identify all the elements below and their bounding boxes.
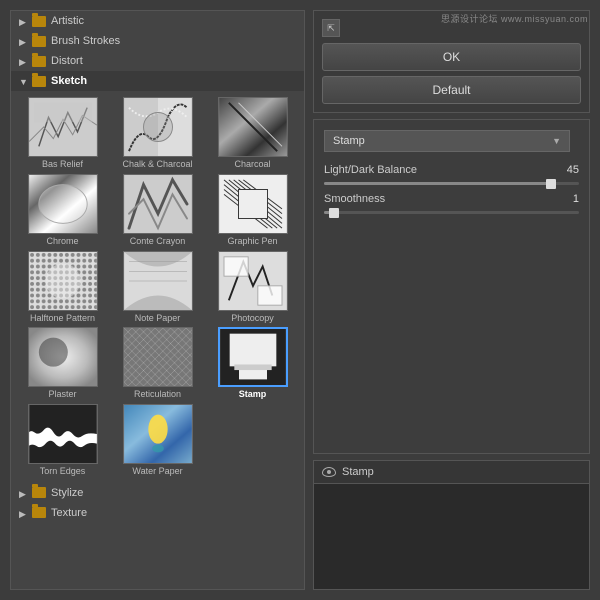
filter-water-paper[interactable]: Water Paper bbox=[112, 404, 203, 477]
filter-charcoal[interactable]: Charcoal bbox=[207, 97, 298, 170]
thumb-preview bbox=[218, 97, 288, 157]
preview-header: Stamp bbox=[314, 461, 589, 484]
arrow-icon: ▶ bbox=[19, 509, 27, 517]
sidebar-item-texture[interactable]: ▶ Texture bbox=[11, 503, 304, 523]
sidebar-item-label: Distort bbox=[51, 55, 83, 67]
folder-icon bbox=[32, 56, 46, 67]
sidebar-item-label: Artistic bbox=[51, 15, 84, 27]
filter-graphic-pen[interactable]: Graphic Pen bbox=[207, 174, 298, 247]
filter-label: Water Paper bbox=[132, 466, 182, 477]
filter-chalk-charcoal[interactable]: Chalk & Charcoal bbox=[112, 97, 203, 170]
thumb-preview bbox=[28, 97, 98, 157]
thumb-preview bbox=[218, 251, 288, 311]
sidebar-item-stylize[interactable]: ▶ Stylize bbox=[11, 483, 304, 503]
thumb-preview bbox=[28, 327, 98, 387]
filter-dropdown[interactable]: Stamp bbox=[324, 130, 570, 152]
thumb-preview bbox=[218, 327, 288, 387]
sidebar-item-label: Sketch bbox=[51, 75, 87, 87]
eye-icon[interactable] bbox=[322, 467, 336, 477]
settings-panel: Stamp ▼ Light/Dark Balance 45 Smoothness… bbox=[313, 119, 590, 454]
bottom-tree: ▶ Stylize ▶ Texture bbox=[11, 483, 304, 523]
filter-chrome[interactable]: Chrome bbox=[17, 174, 108, 247]
sidebar-item-label: Stylize bbox=[51, 487, 83, 499]
folder-icon bbox=[32, 507, 46, 518]
thumb-preview bbox=[218, 174, 288, 234]
smoothness-slider-track bbox=[324, 211, 579, 214]
sidebar-item-brush-strokes[interactable]: ▶ Brush Strokes bbox=[11, 31, 304, 51]
sidebar-item-artistic[interactable]: ▶ Artistic bbox=[11, 11, 304, 31]
filter-label: Chalk & Charcoal bbox=[122, 159, 192, 170]
param-label: Light/Dark Balance bbox=[324, 164, 550, 176]
light-dark-slider[interactable] bbox=[546, 179, 556, 189]
param-value: 1 bbox=[554, 193, 579, 205]
filter-label: Photocopy bbox=[231, 313, 274, 324]
arrow-icon: ▶ bbox=[19, 489, 27, 497]
preview-panel: Stamp bbox=[313, 460, 590, 590]
thumb-preview bbox=[28, 404, 98, 464]
folder-icon bbox=[32, 36, 46, 47]
filter-stamp[interactable]: Stamp bbox=[207, 327, 298, 400]
sidebar-item-label: Brush Strokes bbox=[51, 35, 120, 47]
filter-torn-edges[interactable]: Torn Edges bbox=[17, 404, 108, 477]
filter-label: Graphic Pen bbox=[227, 236, 277, 247]
filter-dropdown-row: Stamp ▼ bbox=[324, 130, 579, 152]
slider-fill bbox=[324, 182, 554, 185]
filter-bas-relief[interactable]: Bas Relief bbox=[17, 97, 108, 170]
param-row-light-dark: Light/Dark Balance 45 bbox=[324, 164, 579, 176]
thumbnails-grid: Bas Relief Chalk & Charcoal bbox=[11, 91, 304, 483]
preview-content bbox=[314, 484, 589, 589]
filter-reticulation[interactable]: Reticulation bbox=[112, 327, 203, 400]
filter-plaster[interactable]: Plaster bbox=[17, 327, 108, 400]
param-value: 45 bbox=[554, 164, 579, 176]
filter-label: Torn Edges bbox=[40, 466, 86, 477]
thumb-preview bbox=[123, 404, 193, 464]
filter-label: Bas Relief bbox=[42, 159, 83, 170]
thumb-preview bbox=[123, 327, 193, 387]
arrow-icon: ▶ bbox=[19, 37, 27, 45]
sidebar-item-distort[interactable]: ▶ Distort bbox=[11, 51, 304, 71]
thumb-preview bbox=[28, 174, 98, 234]
param-row-smoothness: Smoothness 1 bbox=[324, 193, 579, 205]
thumb-preview bbox=[123, 174, 193, 234]
filter-label: Note Paper bbox=[135, 313, 181, 324]
filter-note-paper[interactable]: Note Paper bbox=[112, 251, 203, 324]
watermark: 思源设计论坛 www.missyuan.com bbox=[441, 12, 588, 25]
filter-label: Charcoal bbox=[234, 159, 270, 170]
filter-label: Stamp bbox=[239, 389, 267, 400]
folder-icon bbox=[32, 76, 46, 87]
default-button[interactable]: Default bbox=[322, 76, 581, 104]
arrow-down-icon: ▼ bbox=[19, 77, 27, 85]
top-buttons: OK Default bbox=[322, 43, 581, 104]
filter-label: Chrome bbox=[46, 236, 78, 247]
arrow-icon: ▶ bbox=[19, 17, 27, 25]
preview-label: Stamp bbox=[342, 466, 374, 478]
filter-label: Conte Crayon bbox=[130, 236, 186, 247]
filter-label: Plaster bbox=[48, 389, 76, 400]
left-panel: ▶ Artistic ▶ Brush Strokes ▶ Distort ▼ S… bbox=[10, 10, 305, 590]
filter-halftone[interactable]: Halftone Pattern bbox=[17, 251, 108, 324]
light-dark-slider-track bbox=[324, 182, 579, 185]
thumb-preview bbox=[28, 251, 98, 311]
sidebar-item-sketch[interactable]: ▼ Sketch bbox=[11, 71, 304, 91]
filter-photocopy[interactable]: Photocopy bbox=[207, 251, 298, 324]
folder-icon bbox=[32, 16, 46, 27]
folder-icon bbox=[32, 487, 46, 498]
thumb-preview bbox=[123, 251, 193, 311]
filter-conte-crayon[interactable]: Conte Crayon bbox=[112, 174, 203, 247]
param-label: Smoothness bbox=[324, 193, 550, 205]
arrow-icon: ▶ bbox=[19, 57, 27, 65]
sidebar-item-label: Texture bbox=[51, 507, 87, 519]
filter-label: Halftone Pattern bbox=[30, 313, 95, 324]
thumb-preview bbox=[123, 97, 193, 157]
right-panel: ⇱ OK Default Stamp ▼ Light/Dark Balance … bbox=[313, 10, 590, 590]
filter-label: Reticulation bbox=[134, 389, 181, 400]
expand-button[interactable]: ⇱ bbox=[322, 19, 340, 37]
smoothness-slider[interactable] bbox=[329, 208, 339, 218]
ok-button[interactable]: OK bbox=[322, 43, 581, 71]
